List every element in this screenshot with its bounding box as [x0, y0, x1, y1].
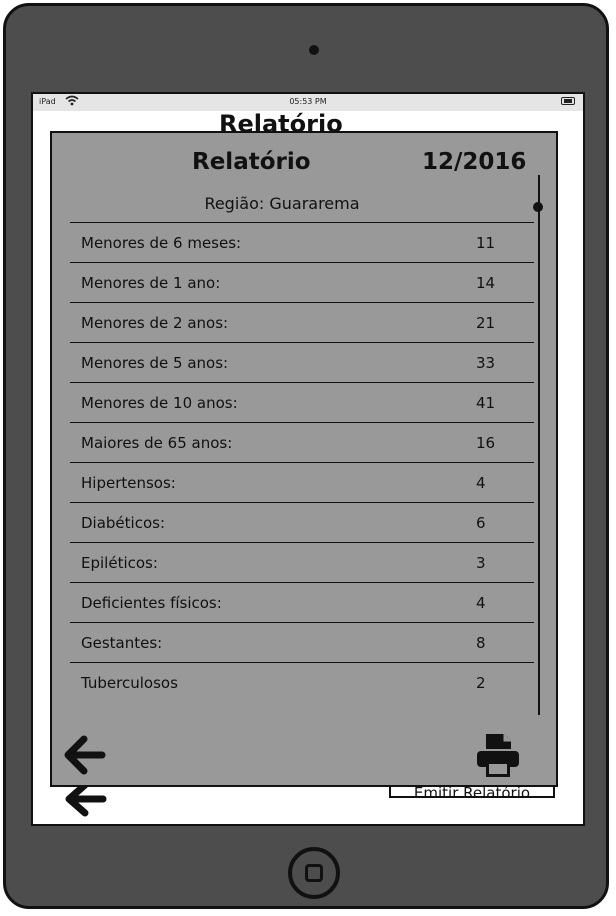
scrollbar-track[interactable] — [538, 175, 540, 715]
row-value: 4 — [476, 594, 486, 612]
table-row: Menores de 2 anos: 21 — [70, 302, 534, 342]
row-value: 16 — [476, 434, 496, 452]
table-row: Menores de 5 anos: 33 — [70, 342, 534, 382]
status-time: 05:53 PM — [289, 97, 327, 106]
battery-icon — [561, 97, 575, 105]
row-label: Menores de 5 anos: — [81, 354, 229, 372]
status-bar: iPad 05:53 PM — [33, 94, 583, 111]
row-label: Maiores de 65 anos: — [81, 434, 233, 452]
home-button[interactable] — [288, 847, 340, 899]
row-label: Tuberculosos — [81, 674, 178, 692]
row-value: 8 — [476, 634, 486, 652]
table-row: Menores de 10 anos: 41 — [70, 382, 534, 422]
row-label: Menores de 10 anos: — [81, 394, 238, 412]
row-value: 11 — [476, 234, 496, 252]
screen: iPad 05:53 PM Relatório Emitir Relatório… — [31, 92, 585, 826]
printer-icon[interactable] — [474, 731, 522, 779]
table-row: Gestantes: 8 — [70, 622, 534, 662]
row-label: Menores de 2 anos: — [81, 314, 229, 332]
row-label: Diabéticos: — [81, 514, 166, 532]
row-value: 14 — [476, 274, 496, 292]
back-arrow-icon[interactable] — [62, 733, 106, 777]
camera-dot — [309, 45, 319, 55]
modal-title: Relatório — [192, 149, 311, 175]
table-row: Tuberculosos 2 — [70, 662, 534, 702]
row-label: Menores de 6 meses: — [81, 234, 242, 252]
table-row: Hipertensos: 4 — [70, 462, 534, 502]
row-value: 33 — [476, 354, 496, 372]
table-row: Deficientes físicos: 4 — [70, 582, 534, 622]
report-region: Região: Guararema — [204, 194, 360, 213]
table-row: Epiléticos: 3 — [70, 542, 534, 582]
row-value: 41 — [476, 394, 496, 412]
row-value: 3 — [476, 554, 486, 572]
table-row: Menores de 1 ano: 14 — [70, 262, 534, 302]
row-label: Menores de 1 ano: — [81, 274, 221, 292]
report-table: Menores de 6 meses: 11 Menores de 1 ano:… — [70, 222, 534, 702]
row-value: 4 — [476, 474, 486, 492]
report-modal: Relatório 12/2016 Região: Guararema Meno… — [50, 131, 558, 787]
report-date: 12/2016 — [422, 149, 527, 175]
row-value: 2 — [476, 674, 486, 692]
row-label: Gestantes: — [81, 634, 163, 652]
row-label: Deficientes físicos: — [81, 594, 222, 612]
table-row: Maiores de 65 anos: 16 — [70, 422, 534, 462]
row-value: 21 — [476, 314, 496, 332]
table-row: Menores de 6 meses: 11 — [70, 222, 534, 262]
row-label: Hipertensos: — [81, 474, 176, 492]
table-row: Diabéticos: 6 — [70, 502, 534, 542]
row-label: Epiléticos: — [81, 554, 158, 572]
scrollbar-thumb[interactable] — [533, 202, 543, 212]
row-value: 6 — [476, 514, 486, 532]
home-square-icon — [305, 864, 323, 882]
